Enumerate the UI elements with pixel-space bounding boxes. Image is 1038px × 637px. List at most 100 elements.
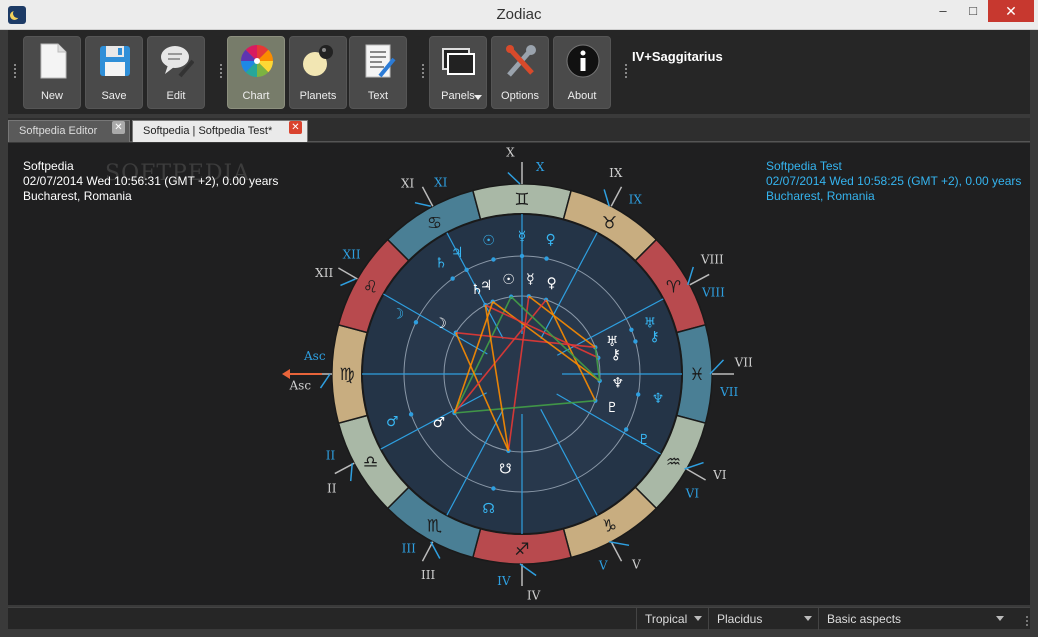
tab-bar: Softpedia Editor ✕ Softpedia | Softpedia… [8,118,1030,142]
tab-softpedia-test[interactable]: Softpedia | Softpedia Test* [132,120,308,142]
planet-glyph-outer: ♃ [451,245,464,261]
house-cusp-tick-secondary [414,201,431,207]
house-numeral: III [421,568,435,582]
save-button[interactable]: Save [85,36,143,109]
planet-glyph-inner: ☉ [502,272,515,288]
house-numeral: XI [401,177,415,191]
planets-button-label: Planets [299,90,337,102]
planet-position-dot [413,320,419,325]
close-tab-icon[interactable]: ✕ [112,121,125,134]
planet-glyph-inner: ♆ [611,375,624,391]
house-cusp-tick [610,186,623,207]
house-numeral: VII [734,355,753,369]
house-system-select[interactable]: Placidus [708,608,818,630]
house-numeral: II [327,481,337,495]
house-cusp-tick-secondary [319,373,331,389]
chart-name: Softpedia [23,159,74,173]
planet-glyph-inner: ☿ [526,271,535,287]
color-wheel-icon [241,45,273,77]
chevron-down-icon [804,616,812,621]
planet-glyph-outer: ♄ [435,255,448,271]
planet-position-dot [519,253,525,259]
house-numeral-secondary: IV [497,574,511,588]
house-cusp-tick-secondary [349,463,353,482]
zodiac-sign-glyph: ♌ [363,278,378,298]
planet-glyph-inner: ♂ [433,415,446,431]
house-cusp-tick [421,186,434,207]
toolbar-grip[interactable] [220,64,223,78]
planet-glyph-outer: ☿ [518,229,527,245]
planet-glyph-inner: ☋ [499,462,511,478]
planet-glyph-inner: ⚷ [611,347,621,363]
house-cusp-tick [421,541,434,562]
zodiac-sign-glyph: ♈ [666,278,681,298]
planet-position-dot [491,486,496,491]
planets-button[interactable]: Planets [289,36,347,109]
planet-position-dot [450,276,455,281]
house-system-value: Placidus [717,612,763,626]
planet-position-dot [544,256,549,261]
zodiac-sign-glyph: ♎ [363,453,378,473]
toolbar-grip[interactable] [625,64,628,78]
house-numeral: IV [527,589,541,603]
text-button[interactable]: Text [349,36,407,109]
house-numeral: V [631,557,641,571]
chart-button[interactable]: Chart [227,36,285,109]
house-numeral: Asc [289,379,312,393]
planet-glyph-outer: ☉ [482,233,495,249]
house-numeral: VIII [700,253,724,267]
house-cusp-tick [689,273,710,286]
planet-glyph-outer: ♆ [652,391,665,407]
maximize-button[interactable]: □ [958,0,988,22]
zodiac-sign-glyph: ♐ [514,540,529,560]
options-button[interactable]: Options [491,36,549,109]
chart-name: Softpedia Test [766,159,842,173]
toolbar: New Save Edit Chart Planets Text Panels … [8,30,1030,114]
new-button[interactable]: New [23,36,81,109]
tab-label: Softpedia Editor [19,125,98,137]
zodiac-sign-glyph: ♉ [602,213,617,233]
panels-button[interactable]: Panels [429,36,487,109]
aspects-value: Basic aspects [827,612,902,626]
zodiac-sign-glyph: ♒ [666,453,681,473]
speech-bubble-pencil-icon [161,46,194,78]
zodiac-sign-glyph: ♏ [427,517,442,537]
panels-dropdown-icon [474,95,482,100]
house-numeral-secondary: VIII [701,286,725,300]
chart-area[interactable]: ♋ ♊ ♉ ♈ ♓ ♒ ♑ ♐ ♏ ♎ ♍ ♌ X X IX IX VIII VIII VII VII VI VI V V IV… [8,143,1030,605]
zodiac-sign-glyph: ♊ [514,190,529,210]
planet-glyph-outer: ♂ [386,414,399,430]
aspects-select[interactable]: Basic aspects [818,608,1010,630]
house-numeral-secondary: X [536,160,545,174]
about-button[interactable]: About [553,36,611,109]
tab-label: Softpedia | Softpedia Test* [143,125,273,137]
planet-position-dot [623,427,629,432]
close-button[interactable]: ✕ [988,0,1034,22]
about-button-label: About [567,90,597,102]
house-cusp-tick [686,468,706,481]
text-document-icon [365,44,396,78]
toolbar-grip[interactable] [14,64,17,78]
natal-chart-wheel[interactable]: ♋♊♉♈♓♒♑♐♏♎♍♌XX IXIXVIIIVIIIVIIVIIVIVIVVIV… [8,143,1030,605]
zodiac-sign-glyph: ♋ [427,213,442,233]
zodiac-type-select[interactable]: Tropical [636,608,708,630]
planet-position-dot [633,339,638,344]
planet-icon [303,45,333,76]
resize-grip[interactable] [1020,616,1028,626]
house-numeral: IX [609,166,623,180]
new-document-icon [40,43,67,79]
asc-arrow-icon [282,369,290,379]
edit-button[interactable]: Edit [147,36,205,109]
planet-position-dot [408,412,414,417]
house-cusp-tick [610,541,623,562]
tools-icon [506,45,536,77]
zodiac-sign-glyph: ♍ [339,365,354,385]
save-button-label: Save [101,90,127,102]
planet-position-dot [629,327,634,332]
close-tab-icon[interactable]: ✕ [289,121,302,134]
chart-datetime: 02/07/2014 Wed 10:58:25 (GMT +2), 0.00 y… [766,174,1022,188]
house-numeral-secondary: V [598,558,608,572]
toolbar-grip[interactable] [422,64,425,78]
house-cusp-tick [338,267,358,280]
minimize-button[interactable]: – [928,0,958,22]
